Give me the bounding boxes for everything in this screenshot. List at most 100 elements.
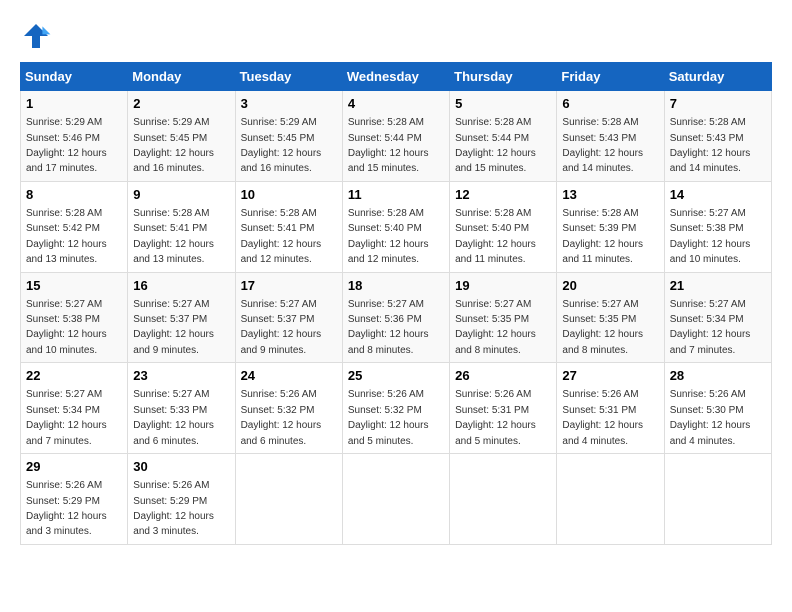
day-info: Sunrise: 5:28 AMSunset: 5:43 PMDaylight:…: [562, 117, 643, 174]
header-cell-sunday: Sunday: [21, 63, 128, 91]
day-info: Sunrise: 5:26 AMSunset: 5:31 PMDaylight:…: [562, 389, 643, 446]
day-number: 9: [133, 186, 229, 204]
day-info: Sunrise: 5:28 AMSunset: 5:44 PMDaylight:…: [455, 117, 536, 174]
header-cell-tuesday: Tuesday: [235, 63, 342, 91]
day-info: Sunrise: 5:28 AMSunset: 5:43 PMDaylight:…: [670, 117, 751, 174]
day-info: Sunrise: 5:26 AMSunset: 5:31 PMDaylight:…: [455, 389, 536, 446]
header-row: SundayMondayTuesdayWednesdayThursdayFrid…: [21, 63, 772, 91]
calendar-week-5: 29 Sunrise: 5:26 AMSunset: 5:29 PMDayligh…: [21, 454, 772, 545]
calendar-cell: 30 Sunrise: 5:26 AMSunset: 5:29 PMDayligh…: [128, 454, 235, 545]
day-number: 16: [133, 277, 229, 295]
day-number: 10: [241, 186, 337, 204]
day-info: Sunrise: 5:28 AMSunset: 5:39 PMDaylight:…: [562, 208, 643, 265]
day-info: Sunrise: 5:28 AMSunset: 5:40 PMDaylight:…: [348, 208, 429, 265]
day-info: Sunrise: 5:29 AMSunset: 5:45 PMDaylight:…: [133, 117, 214, 174]
calendar-body: 1Sunrise: 5:29 AMSunset: 5:46 PMDaylight…: [21, 91, 772, 545]
calendar-cell: 7 Sunrise: 5:28 AMSunset: 5:43 PMDaylight…: [664, 91, 771, 182]
day-number: 29: [26, 458, 122, 476]
calendar-cell: [342, 454, 449, 545]
day-number: 13: [562, 186, 658, 204]
calendar-cell: 16 Sunrise: 5:27 AMSunset: 5:37 PMDayligh…: [128, 272, 235, 363]
day-info: Sunrise: 5:27 AMSunset: 5:34 PMDaylight:…: [26, 389, 107, 446]
day-info: Sunrise: 5:27 AMSunset: 5:35 PMDaylight:…: [562, 299, 643, 356]
day-number: 12: [455, 186, 551, 204]
calendar-cell: 18 Sunrise: 5:27 AMSunset: 5:36 PMDayligh…: [342, 272, 449, 363]
day-number: 7: [670, 95, 766, 113]
day-number: 15: [26, 277, 122, 295]
calendar-cell: 15 Sunrise: 5:27 AMSunset: 5:38 PMDayligh…: [21, 272, 128, 363]
calendar-cell: 14 Sunrise: 5:27 AMSunset: 5:38 PMDayligh…: [664, 181, 771, 272]
day-number: 3: [241, 95, 337, 113]
calendar-cell: 25 Sunrise: 5:26 AMSunset: 5:32 PMDayligh…: [342, 363, 449, 454]
calendar-cell: 23Sunrise: 5:27 AMSunset: 5:33 PMDayligh…: [128, 363, 235, 454]
calendar-cell: [557, 454, 664, 545]
day-info: Sunrise: 5:27 AMSunset: 5:38 PMDaylight:…: [26, 299, 107, 356]
day-number: 14: [670, 186, 766, 204]
day-info: Sunrise: 5:26 AMSunset: 5:32 PMDaylight:…: [348, 389, 429, 446]
day-info: Sunrise: 5:26 AMSunset: 5:32 PMDaylight:…: [241, 389, 322, 446]
calendar-cell: 29 Sunrise: 5:26 AMSunset: 5:29 PMDayligh…: [21, 454, 128, 545]
day-info: Sunrise: 5:28 AMSunset: 5:42 PMDaylight:…: [26, 208, 107, 265]
day-info: Sunrise: 5:29 AMSunset: 5:45 PMDaylight:…: [241, 117, 322, 174]
calendar-cell: 24 Sunrise: 5:26 AMSunset: 5:32 PMDayligh…: [235, 363, 342, 454]
day-number: 5: [455, 95, 551, 113]
calendar-cell: 27 Sunrise: 5:26 AMSunset: 5:31 PMDayligh…: [557, 363, 664, 454]
day-info: Sunrise: 5:26 AMSunset: 5:30 PMDaylight:…: [670, 389, 751, 446]
calendar-week-4: 22 Sunrise: 5:27 AMSunset: 5:34 PMDayligh…: [21, 363, 772, 454]
header-cell-friday: Friday: [557, 63, 664, 91]
calendar-cell: 21 Sunrise: 5:27 AMSunset: 5:34 PMDayligh…: [664, 272, 771, 363]
day-number: 1: [26, 95, 122, 113]
calendar-cell: 10 Sunrise: 5:28 AMSunset: 5:41 PMDayligh…: [235, 181, 342, 272]
day-info: Sunrise: 5:26 AMSunset: 5:29 PMDaylight:…: [26, 480, 107, 537]
calendar-week-2: 8Sunrise: 5:28 AMSunset: 5:42 PMDaylight…: [21, 181, 772, 272]
calendar-cell: [664, 454, 771, 545]
logo-icon: [20, 20, 52, 52]
calendar-cell: 8Sunrise: 5:28 AMSunset: 5:42 PMDaylight…: [21, 181, 128, 272]
day-number: 17: [241, 277, 337, 295]
calendar-table: SundayMondayTuesdayWednesdayThursdayFrid…: [20, 62, 772, 545]
calendar-week-1: 1Sunrise: 5:29 AMSunset: 5:46 PMDaylight…: [21, 91, 772, 182]
calendar-cell: [235, 454, 342, 545]
logo: [20, 20, 58, 52]
calendar-cell: 6 Sunrise: 5:28 AMSunset: 5:43 PMDaylight…: [557, 91, 664, 182]
calendar-cell: 12 Sunrise: 5:28 AMSunset: 5:40 PMDayligh…: [450, 181, 557, 272]
calendar-cell: 5 Sunrise: 5:28 AMSunset: 5:44 PMDaylight…: [450, 91, 557, 182]
day-number: 18: [348, 277, 444, 295]
calendar-header: SundayMondayTuesdayWednesdayThursdayFrid…: [21, 63, 772, 91]
header-cell-saturday: Saturday: [664, 63, 771, 91]
calendar-cell: 13 Sunrise: 5:28 AMSunset: 5:39 PMDayligh…: [557, 181, 664, 272]
day-info: Sunrise: 5:27 AMSunset: 5:34 PMDaylight:…: [670, 299, 751, 356]
header-cell-monday: Monday: [128, 63, 235, 91]
day-info: Sunrise: 5:28 AMSunset: 5:41 PMDaylight:…: [241, 208, 322, 265]
day-number: 28: [670, 367, 766, 385]
calendar-week-3: 15 Sunrise: 5:27 AMSunset: 5:38 PMDayligh…: [21, 272, 772, 363]
day-number: 6: [562, 95, 658, 113]
header-cell-thursday: Thursday: [450, 63, 557, 91]
calendar-cell: 20 Sunrise: 5:27 AMSunset: 5:35 PMDayligh…: [557, 272, 664, 363]
calendar-cell: 22 Sunrise: 5:27 AMSunset: 5:34 PMDayligh…: [21, 363, 128, 454]
day-info: Sunrise: 5:28 AMSunset: 5:40 PMDaylight:…: [455, 208, 536, 265]
day-info: Sunrise: 5:26 AMSunset: 5:29 PMDaylight:…: [133, 480, 214, 537]
day-info: Sunrise: 5:27 AMSunset: 5:36 PMDaylight:…: [348, 299, 429, 356]
day-number: 11: [348, 186, 444, 204]
day-number: 22: [26, 367, 122, 385]
day-info: Sunrise: 5:27 AMSunset: 5:38 PMDaylight:…: [670, 208, 751, 265]
day-number: 30: [133, 458, 229, 476]
day-info: Sunrise: 5:28 AMSunset: 5:41 PMDaylight:…: [133, 208, 214, 265]
day-number: 20: [562, 277, 658, 295]
day-number: 25: [348, 367, 444, 385]
day-info: Sunrise: 5:27 AMSunset: 5:35 PMDaylight:…: [455, 299, 536, 356]
calendar-cell: 17Sunrise: 5:27 AMSunset: 5:37 PMDayligh…: [235, 272, 342, 363]
day-info: Sunrise: 5:28 AMSunset: 5:44 PMDaylight:…: [348, 117, 429, 174]
calendar-cell: 1Sunrise: 5:29 AMSunset: 5:46 PMDaylight…: [21, 91, 128, 182]
calendar-cell: 19 Sunrise: 5:27 AMSunset: 5:35 PMDayligh…: [450, 272, 557, 363]
day-number: 23: [133, 367, 229, 385]
day-number: 27: [562, 367, 658, 385]
calendar-cell: 11 Sunrise: 5:28 AMSunset: 5:40 PMDayligh…: [342, 181, 449, 272]
day-number: 24: [241, 367, 337, 385]
calendar-cell: 9 Sunrise: 5:28 AMSunset: 5:41 PMDaylight…: [128, 181, 235, 272]
day-number: 2: [133, 95, 229, 113]
day-number: 19: [455, 277, 551, 295]
day-number: 21: [670, 277, 766, 295]
day-info: Sunrise: 5:27 AMSunset: 5:37 PMDaylight:…: [133, 299, 214, 356]
